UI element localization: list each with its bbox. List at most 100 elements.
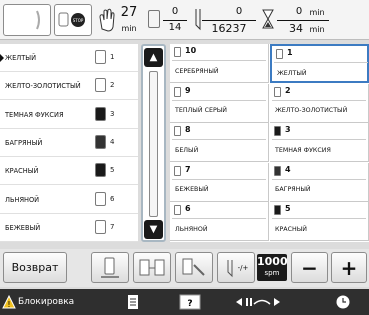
speed-plus-button[interactable]: +: [331, 252, 367, 283]
grid-color-cell[interactable]: 5 КРАСНЫЙ: [270, 202, 369, 241]
total-colors-count: 27: [120, 5, 138, 20]
color-list-item[interactable]: КРАСНЫЙ 5: [0, 157, 138, 186]
fraction-bar-2: [202, 20, 256, 21]
color-sort-icon: [182, 258, 205, 276]
color-change-grid: 10 СЕРЕБРЯНЫЙ 1 ЖЕЛТЫЙ 9 ТЕПЛЫЙ СЕРЫЙ 2 ЖЕЛТО-З…: [170, 44, 369, 242]
color-name: ЛЬНЯНОЙ: [5, 195, 40, 204]
color-list-item[interactable]: ЖЕЛТО-ЗОЛОТИСТЫЙ 2: [0, 72, 138, 101]
color-list-item[interactable]: ЖЕЛТЫЙ 1: [0, 44, 138, 72]
back-button[interactable]: Возврат: [3, 252, 67, 283]
time-current: 0: [295, 6, 303, 17]
hourglass-icon: [262, 9, 274, 29]
stop-icon: STOP: [58, 12, 85, 27]
grid-color-name: ТЕПЛЫЙ СЕРЫЙ: [175, 107, 228, 115]
grid-color-cell[interactable]: 3 ТЕМНАЯ ФУКСИЯ: [270, 123, 369, 162]
spool-icon: [274, 205, 281, 215]
fraction-bar: [163, 20, 187, 21]
color-number: 1: [110, 53, 115, 61]
settings-button[interactable]: [331, 289, 355, 315]
grid-color-number: 1: [287, 48, 293, 57]
color-order-total: 14: [168, 22, 182, 33]
hand-icon: [96, 5, 118, 33]
stitch-total: 16237: [211, 22, 247, 35]
time-current-unit: min: [309, 8, 325, 17]
color-number: 7: [110, 222, 115, 231]
color-list-item[interactable]: ЛЬНЯНОЙ 6: [0, 186, 138, 214]
cell-divider: [172, 139, 266, 140]
grid-color-number: 10: [185, 46, 197, 55]
grid-color-cell[interactable]: 1 ЖЕЛТЫЙ: [270, 44, 369, 83]
document-icon: [128, 295, 138, 309]
color-number: 3: [110, 109, 115, 118]
speed-adjust-button[interactable]: -/+: [217, 252, 255, 283]
spool-icon: [174, 47, 181, 57]
cell-divider: [272, 139, 366, 140]
grid-color-number: 9: [185, 85, 191, 95]
thread-change-icon: [101, 257, 119, 278]
grid-color-name: ТЕМНАЯ ФУКСИЯ: [275, 146, 331, 154]
grid-color-cell[interactable]: 9 ТЕПЛЫЙ СЕРЫЙ: [170, 83, 269, 123]
thread-color-list: ЖЕЛТЫЙ 1 ЖЕЛТО-ЗОЛОТИСТЫЙ 2 ТЕМНАЯ ФУКСИЯ 3 БА…: [0, 44, 138, 242]
color-sort-button[interactable]: [175, 252, 213, 283]
speed-value: 1000: [257, 255, 288, 268]
grid-color-cell[interactable]: 7 БЕЖЕВЫЙ: [170, 162, 269, 202]
cell-divider: [172, 99, 266, 101]
scroll-track[interactable]: [149, 71, 158, 217]
color-list-item[interactable]: ТЕМНАЯ ФУКСИЯ 3: [0, 101, 138, 129]
cell-divider: [272, 218, 366, 219]
scroll-up-button[interactable]: ▲: [144, 48, 163, 67]
scrollbar[interactable]: ▲ ▼: [141, 44, 166, 242]
lock-button[interactable]: ! Блокировка: [2, 289, 78, 315]
color-list-item[interactable]: БАГРЯНЫЙ 4: [0, 129, 138, 157]
cell-divider: [172, 218, 266, 219]
grid-color-number: 3: [285, 125, 291, 134]
spool-icon: [174, 126, 181, 136]
spool-icon: [95, 191, 106, 206]
grid-color-cell[interactable]: 4 БАГРЯНЫЙ: [270, 162, 369, 202]
scroll-down-button[interactable]: ▼: [144, 220, 163, 239]
time-total: 34: [289, 22, 303, 35]
cell-divider: [272, 178, 366, 180]
spool-icon: [95, 78, 106, 93]
grid-color-number: 4: [285, 164, 291, 174]
color-list-item[interactable]: БЕЖЕВЫЙ 7: [0, 214, 138, 242]
color-number: 6: [110, 194, 115, 203]
lock-label: Блокировка: [18, 297, 75, 307]
spool-icon: [174, 205, 181, 215]
embroidery-screen: STOP 27 min 0 14 0 16237 0 min 34 min ЖЕ…: [0, 0, 369, 315]
grid-color-number: 2: [285, 85, 291, 95]
warning-icon: !: [2, 295, 16, 309]
svg-text:!: !: [7, 300, 10, 309]
needle-speed-icon: [227, 259, 233, 277]
spool-icon: [274, 165, 281, 176]
total-colors-unit: min: [121, 24, 137, 33]
thread-change-button[interactable]: [91, 252, 129, 283]
help-button[interactable]: ?: [176, 289, 204, 315]
pattern-preview: [3, 4, 51, 36]
grid-color-cell[interactable]: 6 ЛЬНЯНОЙ: [170, 202, 269, 241]
spool-icon: [95, 219, 106, 234]
color-number: 5: [110, 166, 115, 175]
svg-text:?: ?: [187, 299, 192, 309]
spool-icon: [95, 106, 106, 121]
grid-color-cell[interactable]: 10 СЕРЕБРЯНЫЙ: [170, 44, 269, 83]
stop-button[interactable]: STOP: [54, 4, 92, 36]
color-name: ЖЕЛТО-ЗОЛОТИСТЫЙ: [5, 82, 81, 91]
function-button-bar: Возврат -/+ 1000 spm − +: [0, 249, 369, 287]
pattern-preview-icon: [36, 10, 40, 30]
speed-minus-button[interactable]: −: [291, 252, 328, 283]
color-name: КРАСНЫЙ: [5, 167, 39, 176]
grid-color-cell[interactable]: 2 ЖЕЛТО-ЗОЛОТИСТЫЙ: [270, 83, 369, 123]
grid-color-number: 8: [185, 125, 191, 134]
cell-divider: [172, 178, 266, 180]
cell-divider: [172, 60, 266, 61]
spool-icon: [95, 50, 106, 64]
move-to-color-button[interactable]: [133, 252, 171, 283]
spool-icon: [95, 163, 106, 178]
color-number: 2: [110, 81, 115, 90]
frame-move-button[interactable]: [231, 289, 285, 315]
document-button[interactable]: [120, 289, 146, 315]
cell-divider: [272, 99, 366, 101]
grid-color-cell[interactable]: 8 БЕЛЫЙ: [170, 123, 269, 162]
time-total-unit: min: [309, 25, 325, 34]
